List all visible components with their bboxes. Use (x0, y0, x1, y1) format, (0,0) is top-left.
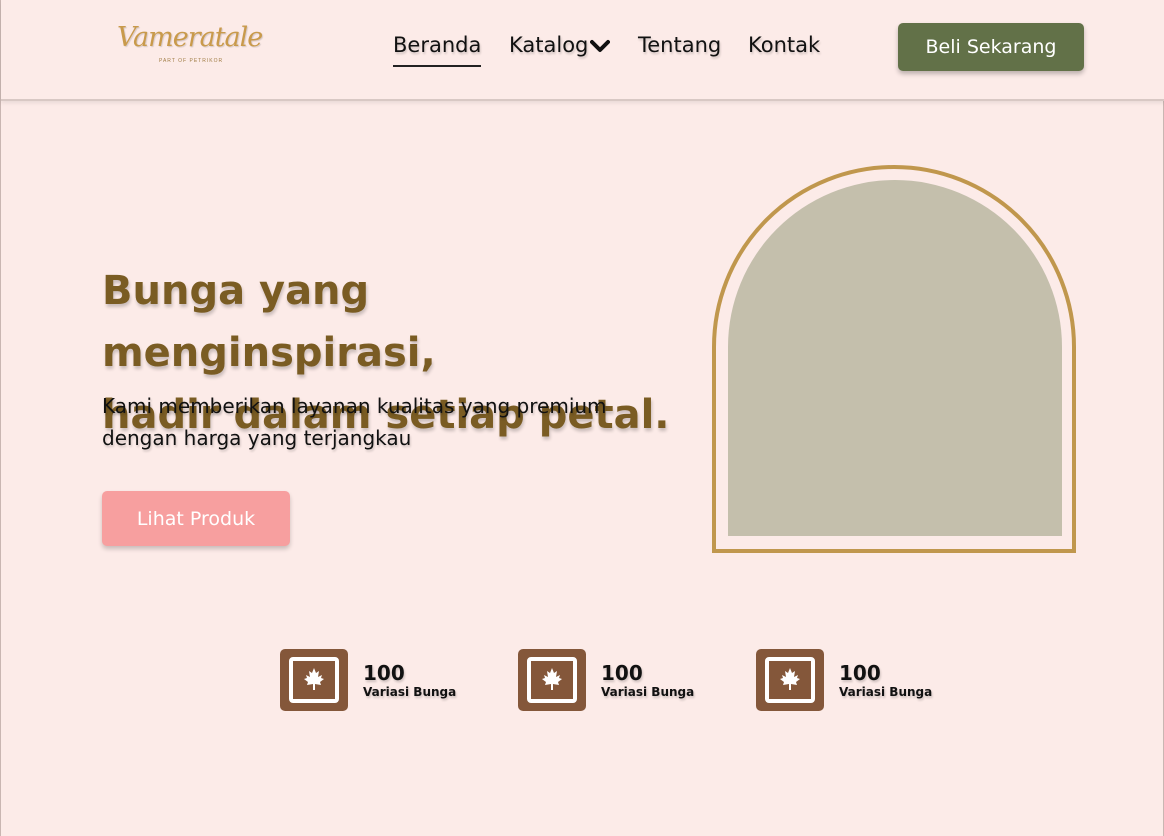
hero-subtitle: Kami memberikan layanan kualitas yang pr… (102, 390, 682, 454)
stat-item: 100 Variasi Bunga (518, 649, 718, 711)
hero-image-placeholder (728, 180, 1062, 536)
logo-text: Vameratale (117, 22, 263, 53)
nav-item-tentang[interactable]: Tentang (638, 33, 721, 57)
stat-label: Variasi Bunga (363, 685, 457, 699)
maple-leaf-icon (756, 649, 824, 711)
buy-now-button[interactable]: Beli Sekarang (898, 23, 1084, 71)
stat-value: 100 (363, 661, 405, 685)
stat-item: 100 Variasi Bunga (280, 649, 480, 711)
stat-value: 100 (601, 661, 643, 685)
stat-value: 100 (839, 661, 881, 685)
nav-item-beranda[interactable]: Beranda (393, 33, 482, 67)
nav-item-kontak[interactable]: Kontak (748, 33, 820, 57)
navbar: Vameratale PART OF PETRIKOR Beranda Kata… (1, 0, 1164, 101)
logo-subtext: PART OF PETRIKOR (159, 58, 224, 64)
hero-title-line1: Bunga yang menginspirasi, (102, 268, 436, 376)
stat-item: 100 Variasi Bunga (756, 649, 956, 711)
hero-subtitle-line1: Kami memberikan layanan kualitas yang pr… (102, 394, 607, 418)
hero-subtitle-line2: dengan harga yang terjangkau (102, 426, 412, 450)
stat-label: Variasi Bunga (839, 685, 933, 699)
stat-label: Variasi Bunga (601, 685, 695, 699)
nav-item-katalog-label: Katalog (509, 33, 589, 57)
chevron-down-icon (590, 33, 611, 57)
maple-leaf-icon (518, 649, 586, 711)
nav-item-katalog[interactable]: Katalog (509, 33, 611, 57)
maple-leaf-icon (280, 649, 348, 711)
view-products-button[interactable]: Lihat Produk (102, 491, 290, 546)
brand-logo[interactable]: Vameratale PART OF PETRIKOR (113, 18, 273, 72)
